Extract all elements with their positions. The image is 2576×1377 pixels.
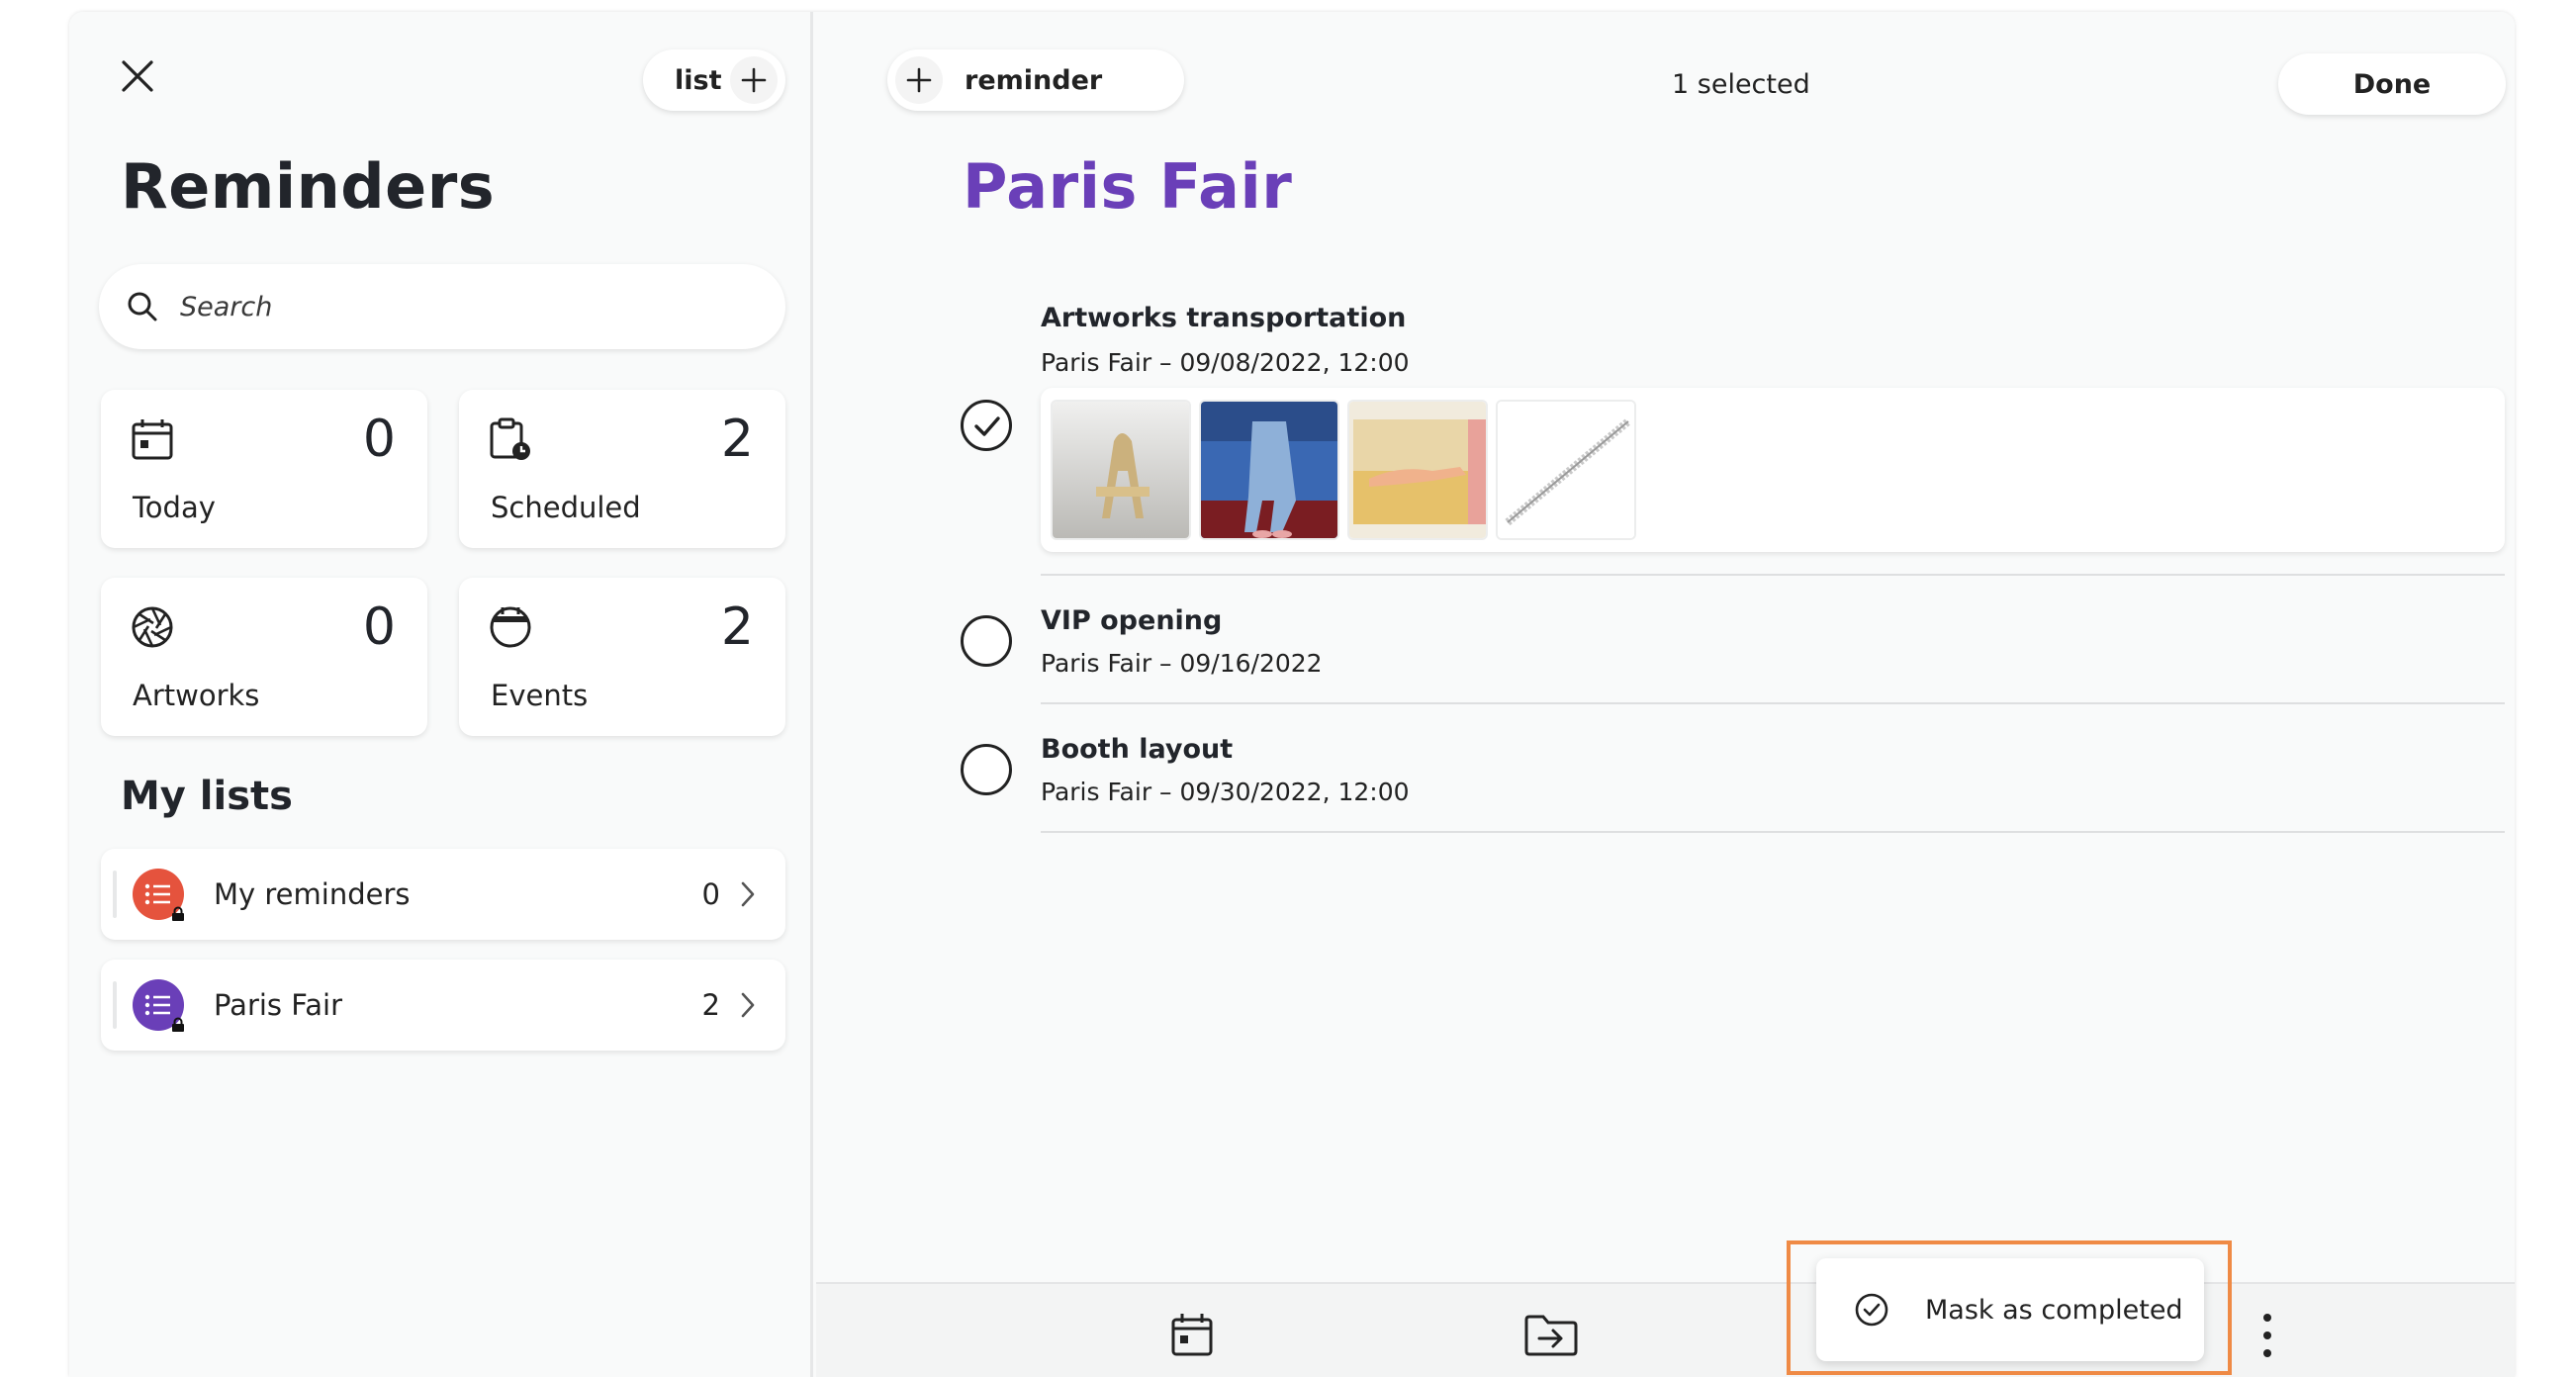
reminder-checkbox[interactable] bbox=[961, 615, 1012, 667]
selection-count: 1 selected bbox=[1672, 69, 1810, 100]
plus-icon bbox=[730, 56, 778, 104]
search-input[interactable] bbox=[180, 291, 734, 322]
drag-handle[interactable] bbox=[113, 981, 117, 1029]
smart-list-count: 0 bbox=[362, 597, 396, 657]
smart-list-label: Artworks bbox=[133, 679, 260, 712]
smart-list-today[interactable]: 0 Today bbox=[101, 390, 427, 548]
reminder-title[interactable]: Artworks transportation bbox=[1041, 303, 1406, 333]
calendar-day-icon bbox=[131, 417, 174, 461]
lock-icon bbox=[170, 1017, 186, 1033]
clipboard-clock-icon bbox=[489, 417, 532, 461]
chevron-right-icon bbox=[740, 880, 756, 908]
done-label: Done bbox=[2352, 68, 2432, 100]
plus-icon bbox=[895, 56, 943, 104]
search-icon bbox=[127, 291, 158, 322]
done-button[interactable]: Done bbox=[2278, 53, 2506, 115]
smart-list-count: 2 bbox=[720, 410, 754, 469]
reminder-checkbox[interactable] bbox=[961, 744, 1012, 795]
attachment-thumbnail[interactable] bbox=[1051, 400, 1191, 540]
add-list-label: list bbox=[675, 64, 722, 96]
list-item-paris-fair[interactable]: Paris Fair 2 bbox=[101, 960, 785, 1051]
smart-list-artworks[interactable]: 0 Artworks bbox=[101, 578, 427, 736]
page-title: Reminders bbox=[121, 150, 496, 223]
reminder-title[interactable]: Booth layout bbox=[1041, 734, 1233, 765]
add-list-button[interactable]: list bbox=[643, 49, 785, 111]
highlight-frame bbox=[1787, 1240, 2232, 1375]
move-to-folder-icon[interactable] bbox=[1523, 1314, 1579, 1357]
smart-list-label: Events bbox=[491, 679, 589, 712]
reminder-subtitle: Paris Fair – 09/16/2022 bbox=[1041, 649, 1323, 678]
close-icon[interactable] bbox=[117, 55, 158, 97]
reminders-app: list Reminders 0 Today 2 Sched bbox=[69, 12, 2515, 1377]
reminder-checkbox[interactable] bbox=[961, 400, 1012, 451]
row-divider bbox=[1041, 831, 2505, 833]
smart-list-events[interactable]: 2 Events bbox=[459, 578, 785, 736]
row-divider bbox=[1041, 702, 2505, 704]
list-count: 2 bbox=[701, 988, 720, 1022]
aperture-icon bbox=[131, 605, 174, 649]
list-count: 0 bbox=[701, 877, 720, 911]
reminder-subtitle: Paris Fair – 09/30/2022, 12:00 bbox=[1041, 778, 1410, 806]
calendar-day-icon[interactable] bbox=[1170, 1312, 1214, 1357]
attachment-thumbnail[interactable] bbox=[1496, 400, 1636, 540]
sidebar: list Reminders 0 Today 2 Sched bbox=[69, 12, 813, 1377]
main-pane: reminder 1 selected Done Paris Fair Artw… bbox=[816, 12, 2515, 1377]
smart-list-scheduled[interactable]: 2 Scheduled bbox=[459, 390, 785, 548]
attachment-strip bbox=[1041, 388, 2505, 552]
search-bar[interactable] bbox=[99, 264, 785, 349]
add-reminder-button[interactable]: reminder bbox=[887, 49, 1184, 111]
attachment-thumbnail[interactable] bbox=[1347, 400, 1488, 540]
list-name: Paris Fair bbox=[214, 988, 343, 1022]
smart-list-label: Today bbox=[133, 491, 216, 524]
smart-list-count: 2 bbox=[720, 597, 754, 657]
list-title: Paris Fair bbox=[963, 150, 1293, 223]
list-item-my-reminders[interactable]: My reminders 0 bbox=[101, 849, 785, 940]
smart-list-label: Scheduled bbox=[491, 491, 641, 524]
add-reminder-label: reminder bbox=[965, 64, 1103, 96]
list-name: My reminders bbox=[214, 877, 411, 911]
chevron-right-icon bbox=[740, 991, 756, 1019]
attachment-thumbnail[interactable] bbox=[1199, 400, 1339, 540]
more-vertical-icon[interactable] bbox=[2262, 1312, 2272, 1359]
my-lists-heading: My lists bbox=[121, 774, 293, 819]
lock-icon bbox=[170, 906, 186, 922]
smart-list-count: 0 bbox=[362, 410, 396, 469]
reminder-subtitle: Paris Fair – 09/08/2022, 12:00 bbox=[1041, 348, 1410, 377]
reminder-title[interactable]: VIP opening bbox=[1041, 605, 1222, 636]
calendar-round-icon bbox=[489, 605, 532, 649]
row-divider bbox=[1041, 574, 2505, 576]
bottom-toolbar bbox=[816, 1282, 2515, 1377]
drag-handle[interactable] bbox=[113, 871, 117, 918]
